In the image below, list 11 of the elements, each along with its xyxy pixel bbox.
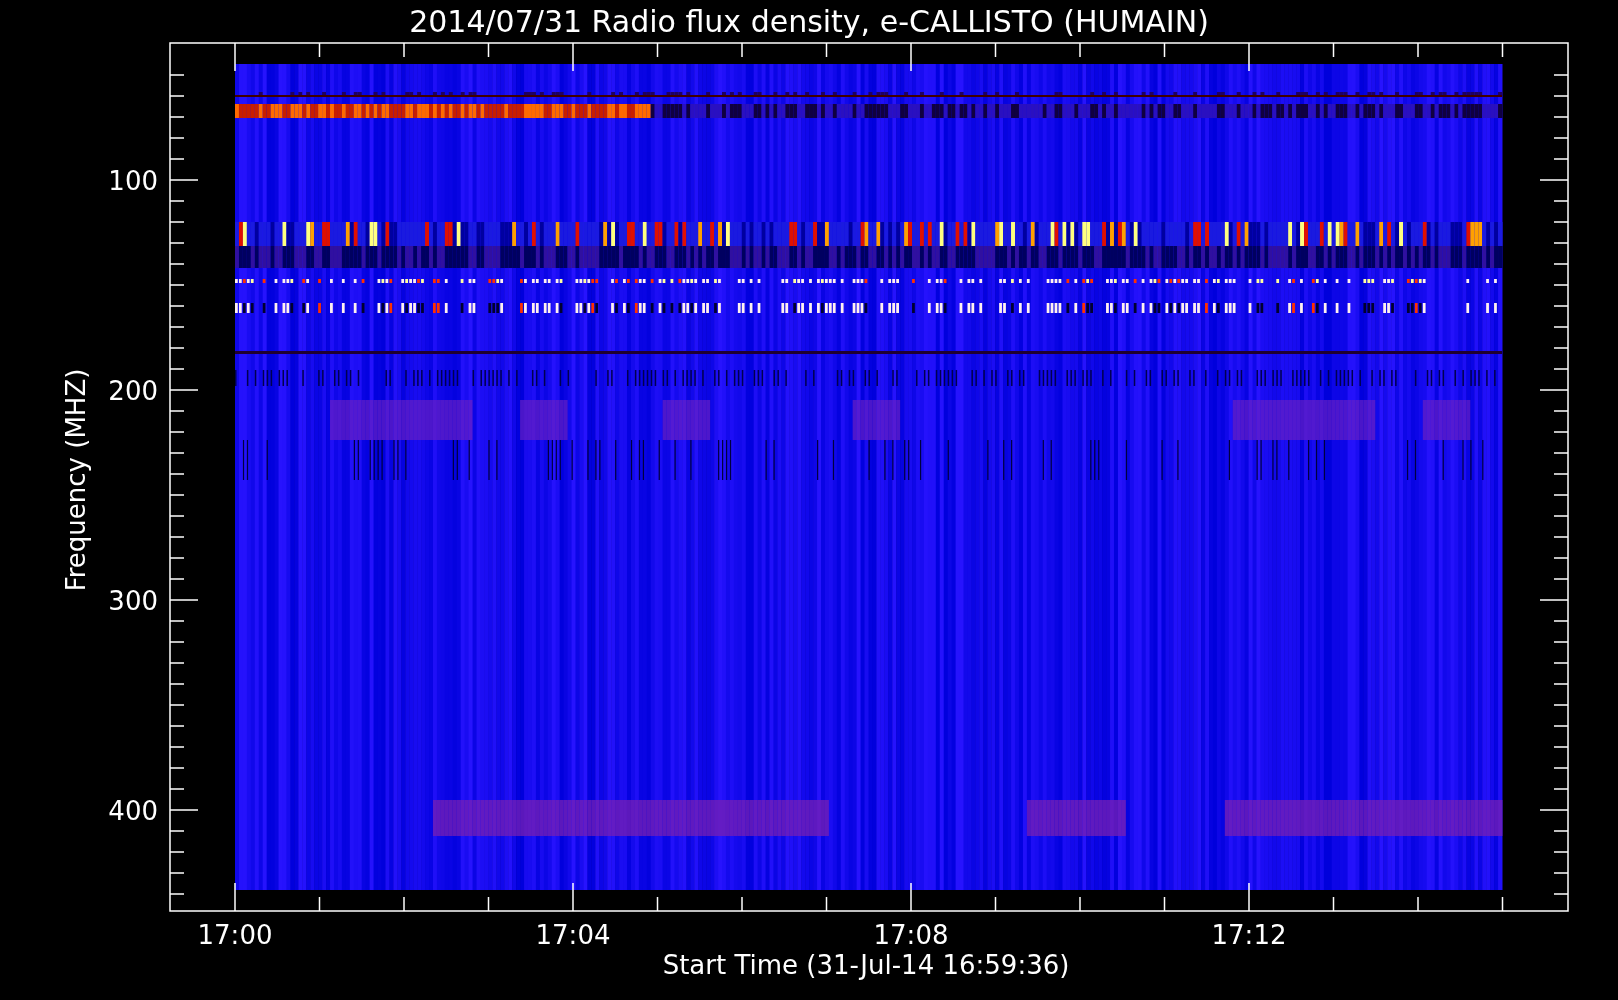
y-tick-label: 300 [108, 586, 158, 616]
y-tick-label: 400 [108, 796, 158, 826]
x-tick-label: 17:04 [535, 920, 611, 950]
x-axis-label: Start Time (31-Jul-14 16:59:36) [662, 950, 1070, 980]
x-tick-label: 17:12 [1211, 920, 1287, 950]
x-tick-label: 17:00 [197, 920, 273, 950]
plot-title: 2014/07/31 Radio flux density, e-CALLISTO (HUMAIN) [409, 4, 1209, 39]
y-axis-label: Frequency (MHZ) [61, 368, 91, 592]
y-tick-label: 100 [108, 166, 158, 196]
y-tick-label: 200 [108, 376, 158, 406]
x-tick-label: 17:08 [873, 920, 949, 950]
